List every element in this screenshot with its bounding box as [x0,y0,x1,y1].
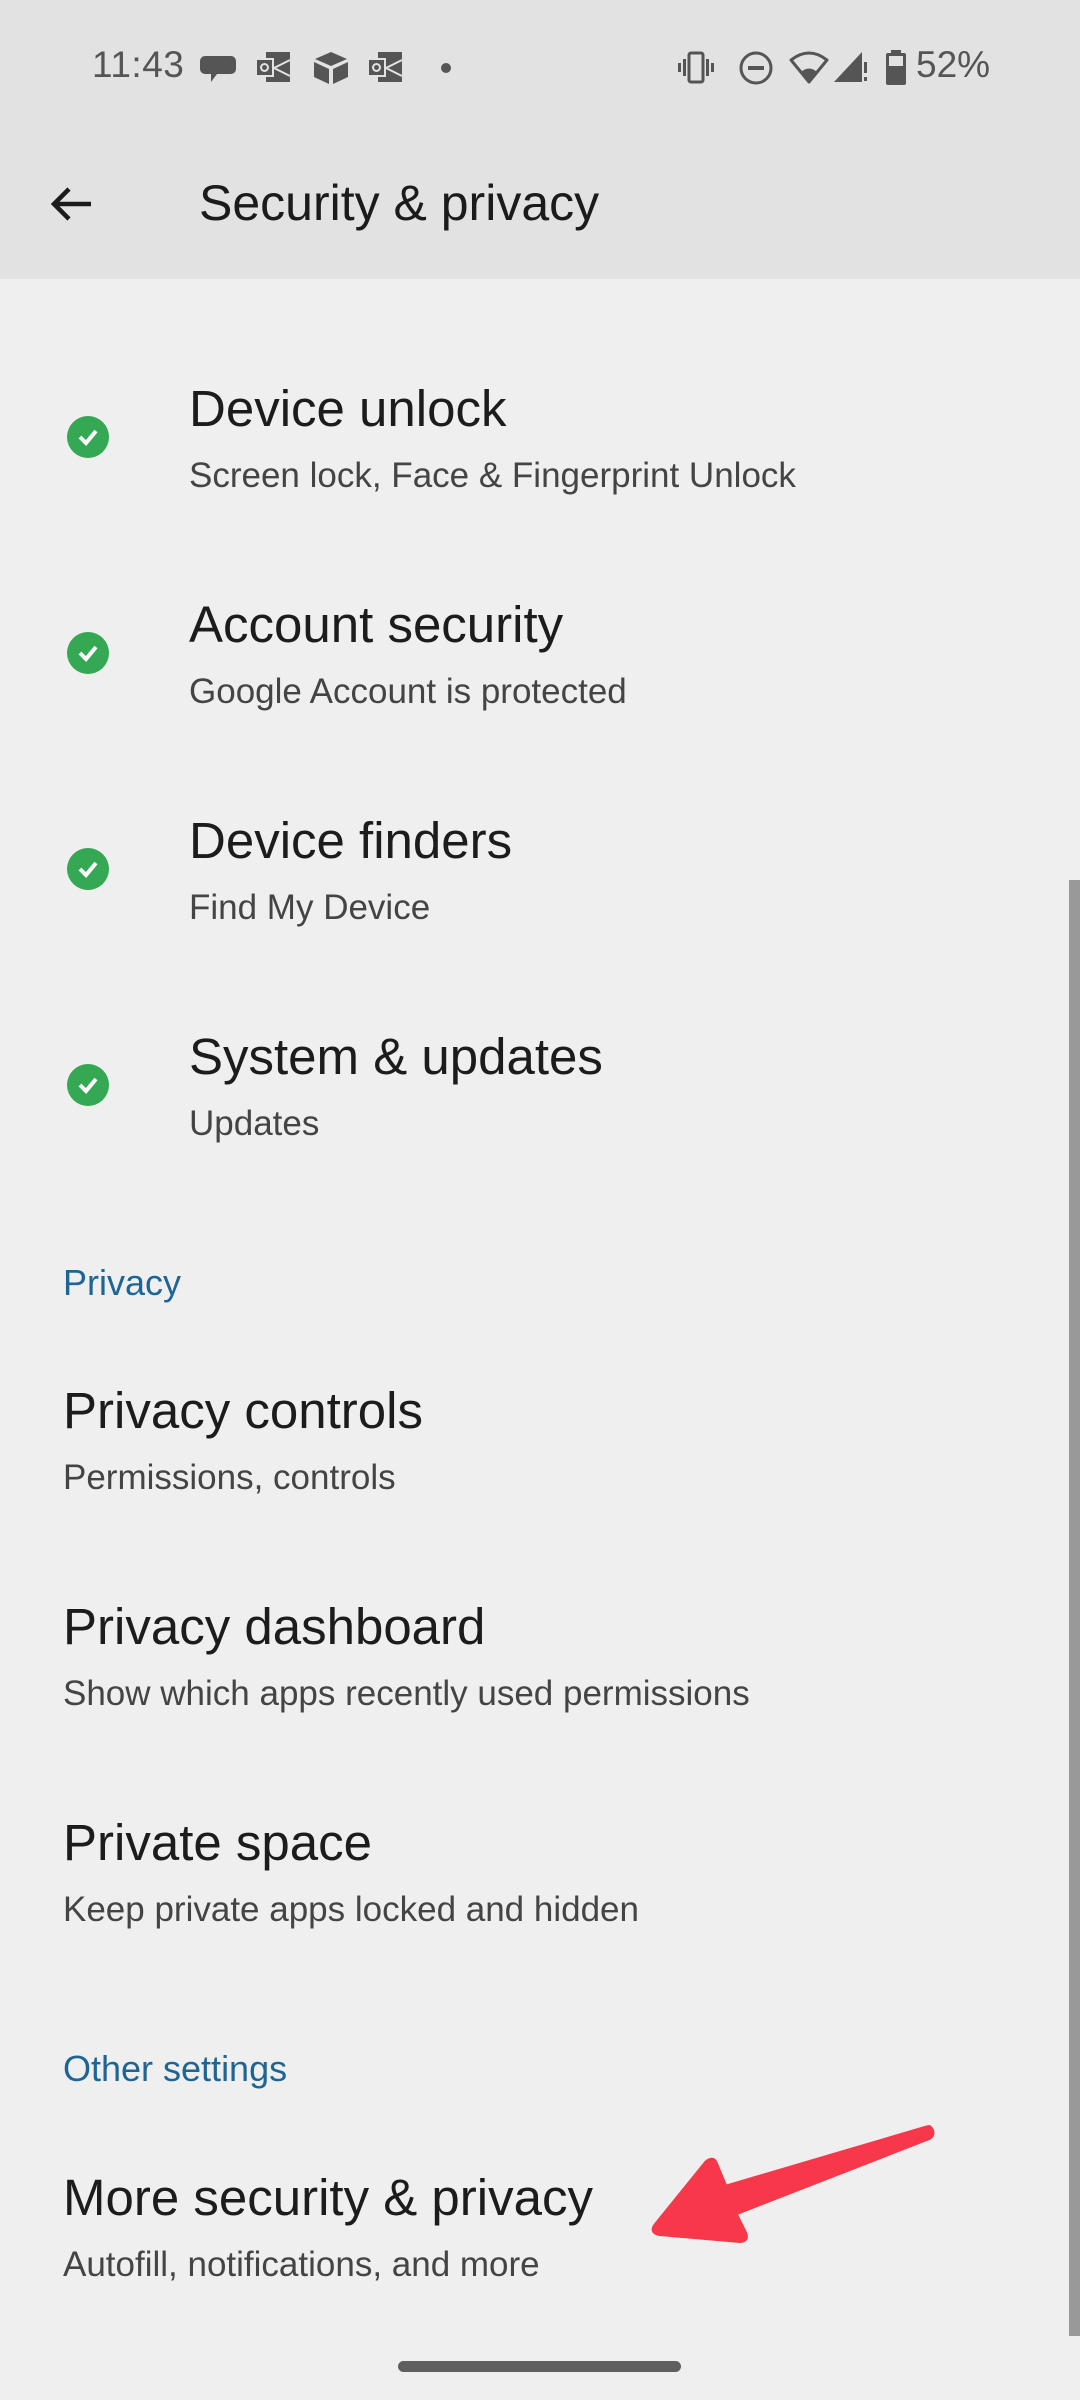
gesture-nav-handle[interactable] [398,2361,681,2372]
list-item-more-security-privacy[interactable]: More security & privacy Autofill, notifi… [0,2149,1060,2299]
item-title: Account security [189,596,564,653]
item-subtitle: Permissions, controls [63,1458,396,1497]
battery-percent: 52% [916,44,991,85]
item-title: Privacy dashboard [63,1598,486,1655]
item-title: Privacy controls [63,1382,423,1439]
item-title: More security & privacy [63,2169,593,2226]
outlook-icon [366,48,406,88]
outlook-icon [254,48,294,88]
item-subtitle: Show which apps recently used permission… [63,1674,750,1713]
scrollbar-thumb[interactable] [1069,880,1080,2336]
check-circle-icon [67,632,109,674]
item-title: Device finders [189,812,513,869]
page-title: Security & privacy [199,175,600,231]
item-title: Device unlock [189,380,507,437]
box-icon [311,48,351,88]
check-circle-icon [67,416,109,458]
more-dot-icon [426,48,466,88]
signal-alert-icon [832,48,872,88]
status-bar: 11:43 52% [0,0,1080,135]
check-circle-icon [67,848,109,890]
list-item-privacy-dashboard[interactable]: Privacy dashboard Show which apps recent… [0,1578,1060,1728]
item-subtitle: Keep private apps locked and hidden [63,1890,639,1929]
item-subtitle: Screen lock, Face & Fingerprint Unlock [189,456,796,495]
back-button[interactable] [36,168,108,240]
list-item-account-security[interactable]: Account security Google Account is prote… [0,576,1060,726]
list-item-device-unlock[interactable]: Device unlock Screen lock, Face & Finger… [0,360,1060,510]
wifi-icon [789,48,829,88]
list-item-privacy-controls[interactable]: Privacy controls Permissions, controls [0,1362,1060,1512]
status-time: 11:43 [92,44,185,85]
list-item-system-updates[interactable]: System & updates Updates [0,1008,1060,1158]
check-circle-icon [67,1064,109,1106]
chat-bubble-icon [199,48,239,88]
battery-icon [876,48,916,88]
item-title: System & updates [189,1028,603,1085]
arrow-back-icon [50,187,91,221]
item-title: Private space [63,1814,372,1871]
do-not-disturb-icon [736,48,776,88]
item-subtitle: Updates [189,1104,320,1143]
vibrate-icon [676,48,716,88]
item-subtitle: Google Account is protected [189,672,627,711]
item-subtitle: Find My Device [189,888,431,927]
section-header-privacy: Privacy [63,1262,182,1303]
list-item-private-space[interactable]: Private space Keep private apps locked a… [0,1794,1060,1944]
top-app-bar: 11:43 52% Security & privacy [0,0,1080,279]
list-item-device-finders[interactable]: Device finders Find My Device [0,792,1060,942]
item-subtitle: Autofill, notifications, and more [63,2245,540,2284]
section-header-other-settings: Other settings [63,2048,288,2089]
